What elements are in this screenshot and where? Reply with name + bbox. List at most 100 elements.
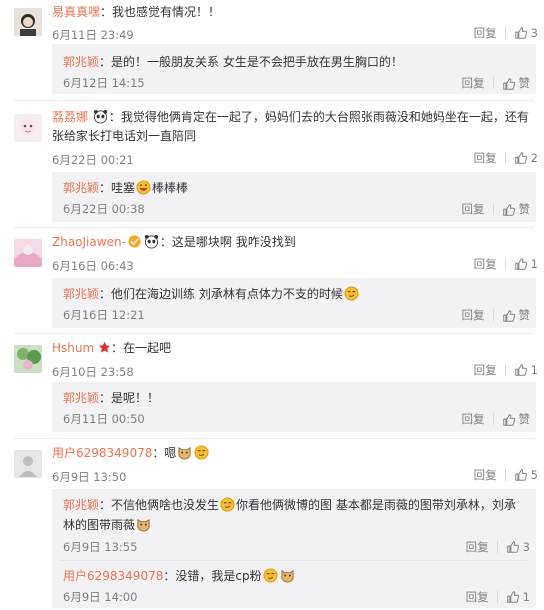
reply-text: 用户6298349078：没错，我是cp粉 bbox=[63, 566, 526, 586]
divider bbox=[14, 438, 534, 439]
comment-time: 6月22日 00:21 bbox=[52, 153, 134, 167]
smirk-emoji-icon bbox=[194, 445, 209, 460]
reply-time: 6月9日 13:55 bbox=[63, 540, 138, 554]
like-button[interactable]: 赞 bbox=[502, 75, 530, 91]
smirk-emoji-icon bbox=[263, 568, 278, 583]
comment-username[interactable]: ZhaoJiawen- bbox=[52, 235, 126, 249]
avatar[interactable] bbox=[14, 239, 42, 267]
reply-actions: 回复 1 bbox=[466, 589, 530, 605]
reply-box: 郭兆颖：是呢！！ 6月11日 00:50 回复 赞 bbox=[52, 382, 536, 432]
comment-time: 6月16日 06:43 bbox=[52, 259, 134, 273]
like-button[interactable]: 1 bbox=[514, 257, 538, 272]
comment-text: 易真真嘿：我也感觉有情况！！ bbox=[52, 5, 221, 19]
reply-actions: 回复 赞 bbox=[462, 307, 531, 323]
reply-box: 郭兆颖：他们在海边训练 刘承林有点体力不支的时候 6月16日 12:21 回复 赞 bbox=[52, 278, 536, 328]
reply-time: 6月11日 00:50 bbox=[63, 412, 145, 426]
comment-actions: 回复 1 bbox=[474, 362, 538, 378]
avatar[interactable] bbox=[14, 8, 42, 36]
reply-username[interactable]: 郭兆颖 bbox=[63, 181, 99, 195]
comment-text: ZhaoJiawen- ：这是哪块啊 我咋没找到 bbox=[52, 234, 296, 249]
reply-username[interactable]: 郭兆颖 bbox=[63, 498, 99, 512]
comment-time: 6月9日 13:50 bbox=[52, 470, 127, 484]
reply-button[interactable]: 回复 bbox=[462, 201, 485, 217]
comment-actions: 回复 3 bbox=[474, 25, 538, 41]
divider bbox=[504, 364, 506, 376]
like-button[interactable]: 1 bbox=[506, 590, 530, 605]
reply-time: 6月12日 14:15 bbox=[63, 76, 145, 90]
divider bbox=[14, 333, 534, 334]
reply-actions: 回复 赞 bbox=[462, 75, 531, 91]
grin-emoji-icon bbox=[136, 180, 151, 195]
reply-button[interactable]: 回复 bbox=[474, 256, 497, 272]
like-count: 3 bbox=[530, 25, 538, 40]
reply-text: 郭兆颖：是呢！！ bbox=[63, 391, 160, 405]
thumbs-up-icon bbox=[514, 363, 528, 377]
divider bbox=[504, 258, 506, 270]
like-button[interactable]: 3 bbox=[514, 26, 538, 41]
thumbs-up-icon bbox=[502, 413, 516, 427]
like-count: 3 bbox=[522, 539, 530, 554]
reply-button[interactable]: 回复 bbox=[466, 539, 489, 555]
divider bbox=[504, 152, 506, 164]
reply-text: 郭兆颖：哇塞 棒棒棒 bbox=[63, 180, 189, 195]
like-count: 5 bbox=[530, 467, 538, 482]
avatar[interactable] bbox=[14, 345, 42, 373]
reply-button[interactable]: 回复 bbox=[474, 25, 497, 41]
smirk-emoji-icon bbox=[344, 286, 359, 301]
comment-username[interactable]: 用户6298349078 bbox=[52, 446, 152, 460]
reply-button[interactable]: 回复 bbox=[466, 589, 489, 605]
like-button[interactable]: 赞 bbox=[502, 307, 530, 323]
comment-username[interactable]: Hshum bbox=[52, 341, 94, 355]
reply-username[interactable]: 用户6298349078 bbox=[63, 569, 163, 583]
thumbs-up-icon bbox=[502, 203, 516, 217]
thumbs-up-icon bbox=[506, 540, 520, 554]
reply-button[interactable]: 回复 bbox=[462, 75, 485, 91]
thumbs-up-icon bbox=[506, 590, 520, 604]
reply-username[interactable]: 郭兆颖 bbox=[63, 287, 99, 301]
comment-text: Hshum ：在一起吧 bbox=[52, 339, 532, 360]
thumbs-up-icon bbox=[514, 257, 528, 271]
reply-button[interactable]: 回复 bbox=[474, 362, 497, 378]
reply-time: 6月16日 12:21 bbox=[63, 308, 145, 322]
reply-button[interactable]: 回复 bbox=[462, 411, 485, 427]
like-button[interactable]: 2 bbox=[514, 151, 538, 166]
thumbs-up-icon bbox=[514, 151, 528, 165]
reply-button[interactable]: 回复 bbox=[474, 150, 497, 166]
reply-username[interactable]: 郭兆颖 bbox=[63, 391, 99, 405]
comment-time: 6月10日 23:58 bbox=[52, 365, 134, 379]
like-button[interactable]: 1 bbox=[514, 363, 538, 378]
divider bbox=[492, 309, 494, 321]
comment-actions: 回复 2 bbox=[474, 150, 538, 166]
divider bbox=[492, 77, 494, 89]
like-count: 2 bbox=[530, 150, 538, 165]
like-button[interactable]: 赞 bbox=[502, 411, 530, 427]
comment-time: 6月11日 23:49 bbox=[52, 28, 134, 42]
avatar[interactable] bbox=[14, 114, 42, 142]
like-button[interactable]: 5 bbox=[514, 468, 538, 483]
divider bbox=[14, 227, 534, 228]
reply-box: 郭兆颖：哇塞 棒棒棒 6月22日 00:38 回复 赞 bbox=[52, 172, 536, 222]
reply-text: 郭兆颖：是的！一般朋友关系 女生是不会把手放在男生胸口的！ bbox=[63, 55, 403, 69]
like-count: 1 bbox=[522, 589, 530, 604]
comment-actions: 回复 1 bbox=[474, 256, 538, 272]
comment-text: 荔荔娜 ：我觉得他俩肯定在一起了，妈妈们去的大台照张雨薇没和她妈坐在一起，还有张… bbox=[52, 109, 529, 143]
reply-button[interactable]: 回复 bbox=[474, 467, 497, 483]
like-count: 1 bbox=[530, 362, 538, 377]
thumbs-up-icon bbox=[514, 468, 528, 482]
divider bbox=[492, 203, 494, 215]
reply-button[interactable]: 回复 bbox=[462, 307, 485, 323]
like-button[interactable]: 赞 bbox=[502, 201, 530, 217]
reply-time: 6月22日 00:38 bbox=[63, 202, 145, 216]
reply-username[interactable]: 郭兆颖 bbox=[63, 55, 99, 69]
comment-username[interactable]: 荔荔娜 bbox=[52, 110, 88, 124]
avatar[interactable] bbox=[14, 450, 42, 478]
comment-actions: 回复 5 bbox=[474, 467, 538, 483]
reply-actions: 回复 赞 bbox=[462, 201, 531, 217]
comment-username[interactable]: 易真真嘿 bbox=[52, 5, 100, 19]
reply-time: 6月9日 14:00 bbox=[63, 590, 138, 604]
doge-emoji-icon bbox=[280, 568, 295, 583]
divider bbox=[496, 541, 498, 553]
like-button[interactable]: 3 bbox=[506, 540, 530, 555]
thumbs-up-icon bbox=[502, 77, 516, 91]
divider bbox=[60, 560, 528, 561]
